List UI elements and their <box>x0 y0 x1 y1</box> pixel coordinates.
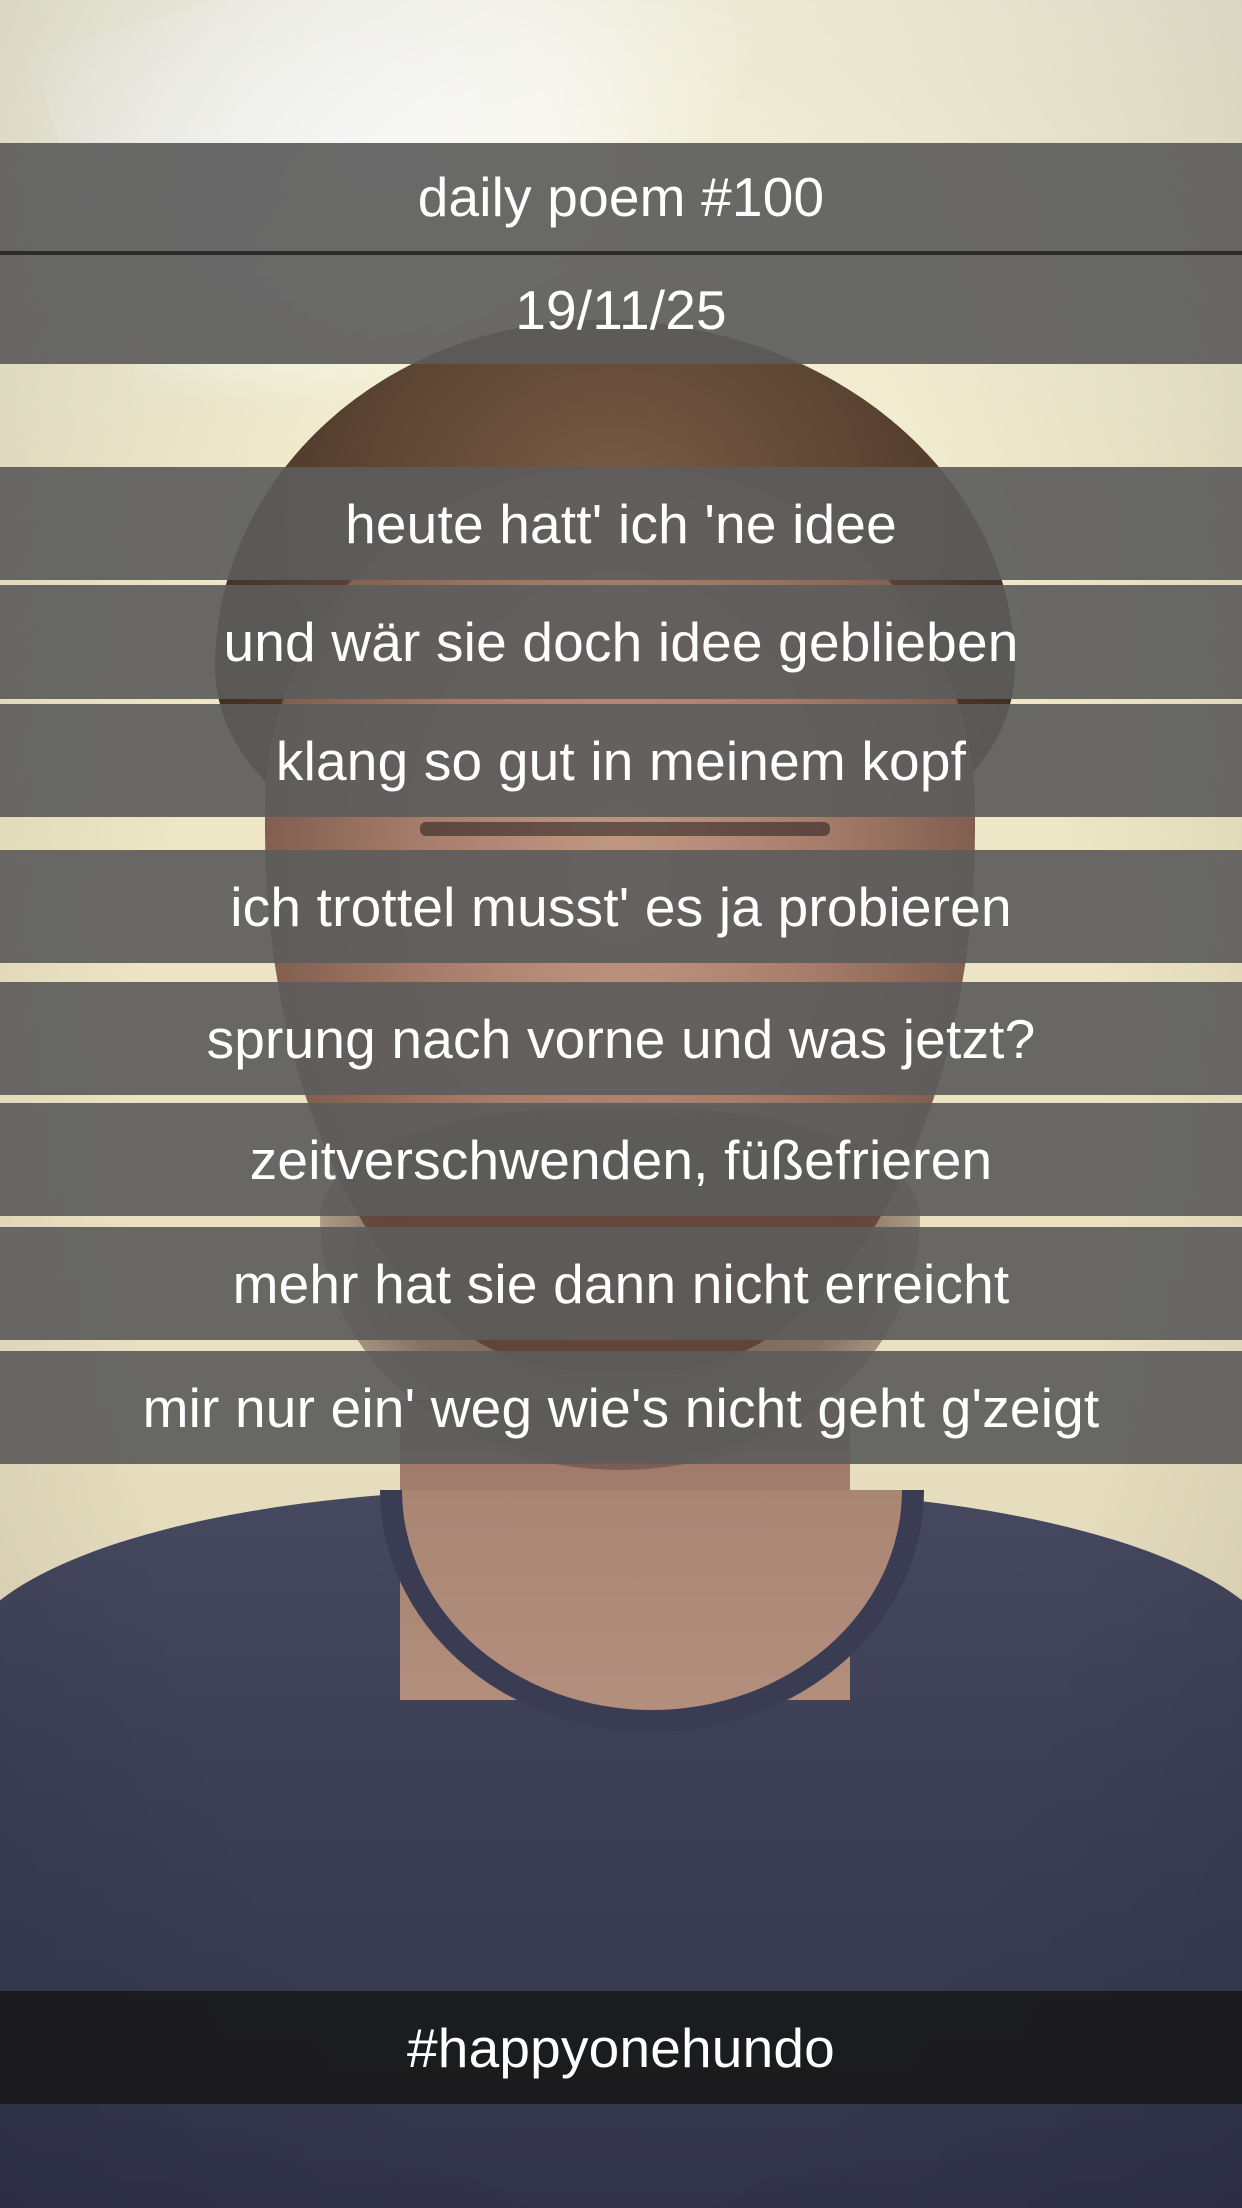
poem-line: mir nur ein' weg wie's nicht geht g'zeig… <box>0 1351 1242 1464</box>
poem-line-text: und wär sie doch idee geblieben <box>223 611 1019 673</box>
poem-line: ich trottel musst' es ja probieren <box>0 850 1242 963</box>
poem-line-text: ich trottel musst' es ja probieren <box>230 875 1012 938</box>
poem-line: sprung nach vorne und was jetzt? <box>0 982 1242 1095</box>
poem-date: 19/11/25 <box>515 278 727 341</box>
poem-line-text: zeitverschwenden, füßefrieren <box>249 1128 993 1191</box>
poem-line-text: mehr hat sie dann nicht erreicht <box>232 1252 1010 1315</box>
date-bar: 19/11/25 <box>0 255 1242 364</box>
poem-line: und wär sie doch idee geblieben <box>0 585 1242 699</box>
poem-line-text: mir nur ein' weg wie's nicht geht g'zeig… <box>142 1376 1100 1439</box>
poem-title: daily poem #100 <box>417 166 825 228</box>
poem-line-text: sprung nach vorne und was jetzt? <box>206 1007 1036 1070</box>
poem-line: zeitverschwenden, füßefrieren <box>0 1103 1242 1216</box>
hashtag-bar: #happyonehundo <box>0 1991 1242 2104</box>
poem-line-text: heute hatt' ich 'ne idee <box>345 492 897 555</box>
poem-line: heute hatt' ich 'ne idee <box>0 467 1242 580</box>
hashtag-text: #happyonehundo <box>407 2016 835 2079</box>
poem-line: klang so gut in meinem kopf <box>0 704 1242 817</box>
title-bar: daily poem #100 <box>0 143 1242 251</box>
poem-line-text: klang so gut in meinem kopf <box>275 729 967 792</box>
poem-line: mehr hat sie dann nicht erreicht <box>0 1227 1242 1340</box>
